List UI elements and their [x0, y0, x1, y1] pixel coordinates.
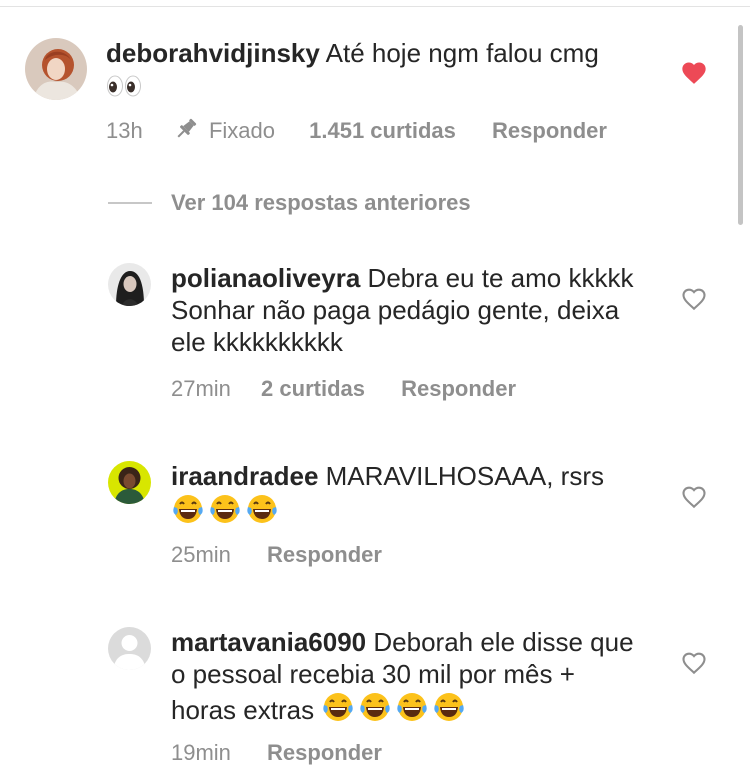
heart-outline-icon[interactable] [680, 285, 708, 313]
view-previous-replies-button[interactable]: Ver 104 respostas anteriores [171, 190, 471, 216]
laughing-tears-emoji-icon [321, 690, 355, 731]
laughing-tears-emoji-icon [208, 492, 242, 533]
reply-button[interactable]: Responder [492, 118, 607, 143]
avatar-polianaoliveyra[interactable] [108, 263, 151, 306]
reply-1-likes[interactable]: 2 curtidas [261, 376, 365, 401]
heart-outline-icon[interactable] [680, 483, 708, 511]
comment-meta: 13h Fixado 1.451 curtidas Responder [106, 117, 607, 147]
reply-2-text: MARAVILHOSAAA, rsrs [325, 461, 604, 491]
avatar-deborahvidjinsky[interactable] [25, 38, 87, 100]
laughing-tears-emoji-icon [171, 492, 205, 533]
comment-text: Até hoje ngm falou cmg [325, 38, 599, 68]
laughing-tears-emoji-icon [395, 690, 429, 731]
laughing-tears-emoji-icon [358, 690, 392, 731]
laughing-tears-emoji-icon [245, 492, 279, 533]
pinned-label: Fixado [208, 118, 276, 143]
comment-username[interactable]: deborahvidjinsky [106, 38, 320, 68]
comment-likes[interactable]: 1.451 curtidas [309, 118, 456, 143]
reply-3-reply-button[interactable]: Responder [267, 740, 382, 765]
reply-2-time: 25min [171, 542, 231, 567]
reply-3-username[interactable]: martavania6090 [171, 627, 366, 657]
avatar-martavania6090[interactable] [108, 627, 151, 670]
reply-1-meta: 27min 2 curtidas Responder [171, 376, 516, 402]
reply-2-username[interactable]: iraandradee [171, 461, 318, 491]
reply-3-time: 19min [171, 740, 231, 765]
pin-icon [173, 117, 199, 147]
comment-body: deborahvidjinsky Até hoje ngm falou cmg [106, 37, 606, 105]
reply-1-time: 27min [171, 376, 231, 401]
heart-filled-icon[interactable] [680, 59, 708, 87]
reply-3-body: martavania6090 Deborah ele disse que o p… [171, 626, 641, 731]
view-previous-replies-label: Ver 104 respostas anteriores [171, 190, 471, 215]
reply-2-body: iraandradee MARAVILHOSAAA, rsrs [171, 460, 641, 533]
avatar-iraandradee[interactable] [108, 461, 151, 504]
eyes-emoji-icon [106, 73, 142, 105]
reply-3-meta: 19min Responder [171, 740, 382, 766]
reply-1-reply-button[interactable]: Responder [401, 376, 516, 401]
top-divider [0, 6, 750, 7]
reply-2-reply-button[interactable]: Responder [267, 542, 382, 567]
reply-1-body: polianaoliveyra Debra eu te amo kkkkk So… [171, 262, 641, 358]
heart-outline-icon[interactable] [680, 649, 708, 677]
scrollbar-thumb[interactable] [738, 25, 743, 225]
reply-1-username[interactable]: polianaoliveyra [171, 263, 360, 293]
comment-time: 13h [106, 118, 143, 143]
laughing-tears-emoji-icon [432, 690, 466, 731]
replies-divider [108, 202, 152, 204]
reply-2-meta: 25min Responder [171, 542, 382, 568]
